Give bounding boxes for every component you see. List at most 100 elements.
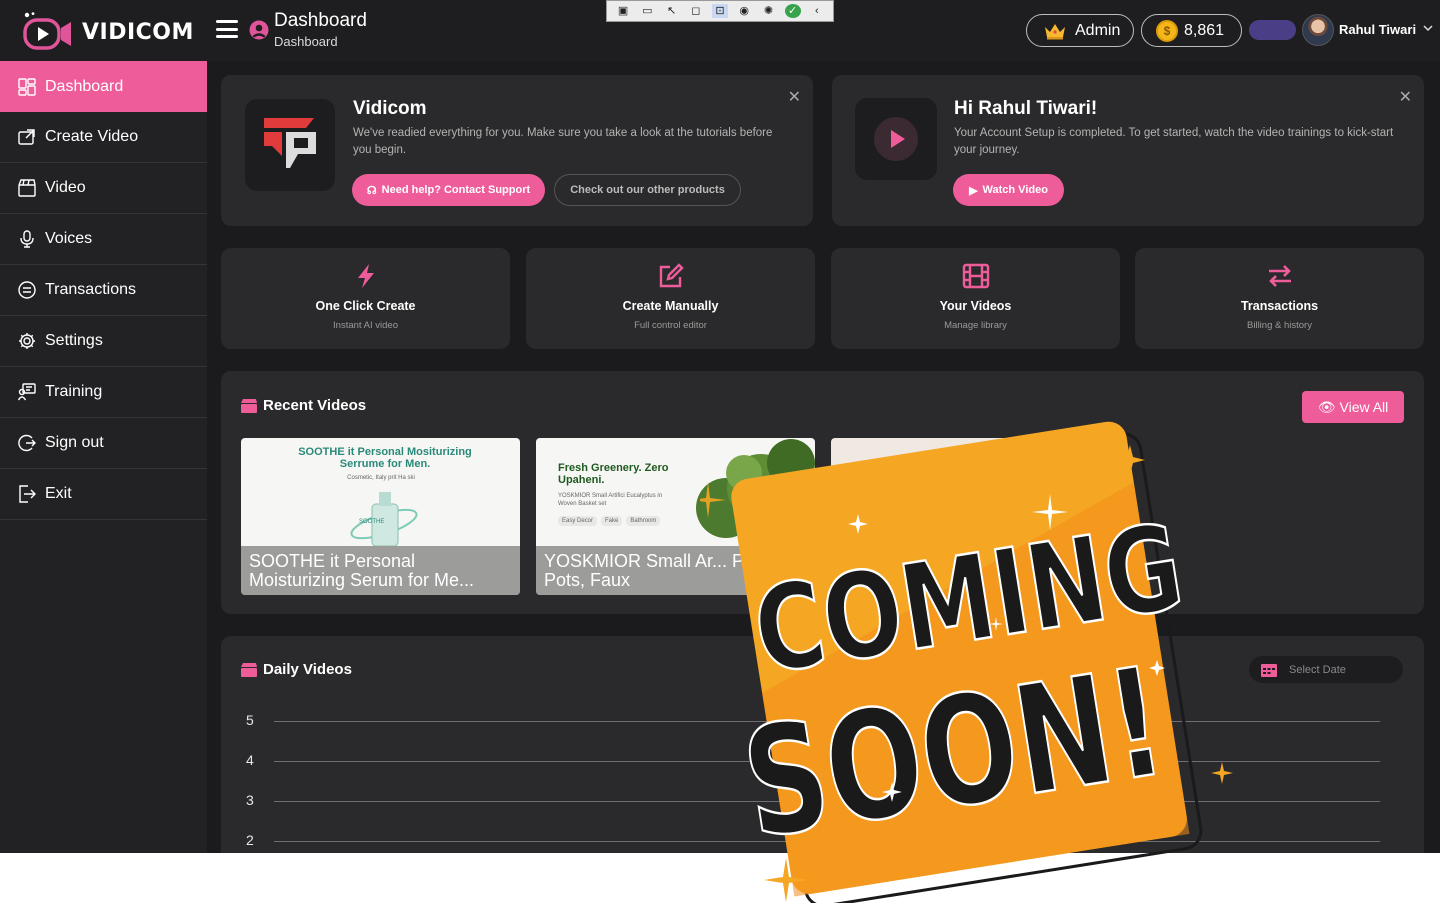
- product-logo-icon: [245, 99, 335, 191]
- y-tick-label: 4: [246, 752, 254, 768]
- sidebar-item-create-video[interactable]: Create Video: [0, 112, 207, 163]
- sidebar-item-video[interactable]: Video: [0, 163, 207, 214]
- play-icon: ▶: [969, 184, 978, 197]
- view-all-button[interactable]: 👁 View All: [1302, 391, 1404, 423]
- crown-icon: [1045, 23, 1065, 39]
- contact-support-button[interactable]: ☊ Need help? Contact Support: [352, 174, 545, 206]
- dashboard-icon: [18, 77, 36, 96]
- recent-videos-heading: Recent Videos: [241, 397, 366, 414]
- other-products-button[interactable]: Check out our other products: [554, 174, 741, 206]
- welcome-card: ✕ Vidicom We've readied everything for y…: [221, 75, 813, 226]
- sidebar-item-label: Transactions: [45, 281, 136, 298]
- calendar-icon: [1261, 663, 1277, 677]
- sidebar-item-training[interactable]: Training: [0, 367, 207, 418]
- gear-icon: [19, 333, 35, 349]
- frame-icon[interactable]: ◻: [688, 4, 704, 18]
- credits-value: 8,861: [1184, 21, 1225, 39]
- sidebar-item-dashboard[interactable]: Dashboard: [0, 61, 207, 112]
- check-icon[interactable]: ✓: [784, 4, 801, 18]
- floating-toolbar: ▣ ▭ ↖ ◻ ⊡ ◉ ✺ ✓ ‹: [606, 0, 834, 22]
- y-tick-label: 3: [246, 792, 254, 808]
- avatar[interactable]: [1302, 14, 1334, 46]
- breadcrumb: Dashboard: [274, 34, 338, 49]
- sidebar-item-label: Training: [45, 383, 103, 400]
- watch-video-button[interactable]: ▶ Watch Video: [953, 174, 1064, 206]
- inspect-icon[interactable]: ▣: [615, 4, 631, 18]
- close-icon[interactable]: ✕: [1399, 87, 1412, 107]
- microphone-icon: [20, 230, 34, 248]
- training-icon: [18, 383, 36, 401]
- menu-toggle-button[interactable]: [216, 20, 238, 38]
- welcome-description: We've readied everything for you. Make s…: [353, 127, 773, 156]
- greeting-description: Your Account Setup is completed. To get …: [954, 127, 1394, 156]
- accessibility-icon[interactable]: ✺: [760, 4, 776, 18]
- sign-out-icon: [18, 434, 36, 452]
- ad-subline: Cosmetic, Italy prit Ha ski: [347, 475, 415, 481]
- sidebar-item-label: Dashboard: [45, 77, 124, 95]
- exit-icon: [19, 485, 36, 503]
- clapperboard-icon: [241, 398, 257, 413]
- brand-name: VIDICOM: [82, 19, 194, 45]
- audio-icon[interactable]: ◉: [736, 4, 752, 18]
- sidebar-item-settings[interactable]: Settings: [0, 316, 207, 367]
- sidebar-item-exit[interactable]: Exit: [0, 469, 207, 520]
- admin-label: Admin: [1075, 21, 1121, 39]
- film-icon: [962, 263, 989, 289]
- y-tick-label: 2: [246, 832, 254, 848]
- sidebar-item-label: Exit: [45, 485, 72, 502]
- brand-logo[interactable]: VIDICOM: [22, 12, 194, 52]
- logo-play-icon: [23, 12, 71, 50]
- transactions-icon: [18, 281, 36, 299]
- greeting-title: Hi Rahul Tiwari!: [954, 98, 1098, 119]
- video-card[interactable]: SOOTHE it Personal Mositurizing Serrume …: [241, 438, 520, 595]
- welcome-title: Vidicom: [353, 98, 427, 119]
- quick-action-create-manually[interactable]: Create Manually Full control editor: [526, 248, 815, 349]
- quick-action-your-videos[interactable]: Your Videos Manage library: [831, 248, 1120, 349]
- sidebar: Dashboard Create Video Video Voices Tran…: [0, 61, 207, 853]
- coin-icon: $: [1156, 19, 1178, 42]
- user-name[interactable]: Rahul Tiwari: [1339, 22, 1416, 37]
- page-title: Dashboard: [274, 10, 367, 31]
- sidebar-item-label: Create Video: [45, 128, 139, 145]
- daily-videos-heading: Daily Videos: [241, 661, 352, 678]
- serum-bottle-icon: [350, 492, 418, 546]
- sidebar-item-label: Voices: [45, 230, 93, 247]
- sidebar-item-voices[interactable]: Voices: [0, 214, 207, 265]
- pointer-icon[interactable]: ↖: [664, 4, 680, 18]
- edit-icon: [659, 263, 684, 288]
- admin-badge[interactable]: Admin: [1026, 14, 1134, 47]
- headset-icon: ☊: [366, 184, 377, 197]
- greeting-card: ✕ Hi Rahul Tiwari! Your Account Setup is…: [832, 75, 1424, 226]
- camera-icon[interactable]: ▭: [639, 4, 655, 18]
- top-bar: VIDICOM Dashboard Dashboard ▣ ▭ ↖ ◻ ⊡ ◉ …: [0, 0, 1440, 61]
- chevron-down-icon[interactable]: [1422, 22, 1434, 34]
- sidebar-item-label: Video: [45, 179, 86, 196]
- date-picker[interactable]: Select Date: [1249, 656, 1403, 683]
- sidebar-item-transactions[interactable]: Transactions: [0, 265, 207, 316]
- credits-badge[interactable]: $ 8,861: [1141, 14, 1242, 47]
- video-caption: SOOTHE it Personal Moisturizing Serum fo…: [241, 546, 520, 595]
- theme-toggle[interactable]: [1249, 20, 1296, 40]
- select-icon[interactable]: ⊡: [711, 4, 728, 18]
- ad-tags: Easy Decor Fake Bathroom: [558, 516, 661, 526]
- ad-headline: Fresh Greenery. Zero Upaheni.: [558, 462, 669, 486]
- lightning-icon: [357, 264, 374, 288]
- y-tick-label: 5: [246, 712, 254, 728]
- close-icon[interactable]: ✕: [788, 87, 801, 107]
- coming-soon-badge: COMING SOON!: [700, 421, 1233, 903]
- ad-label: SOOTHE: [359, 519, 385, 525]
- video-icon: [18, 179, 36, 197]
- sidebar-item-label: Sign out: [45, 434, 104, 451]
- swap-icon: [1268, 265, 1291, 287]
- ad-subline: YOSKMIOR Small Artifici Eucalyptus in Wo…: [558, 493, 663, 507]
- sidebar-item-sign-out[interactable]: Sign out: [0, 418, 207, 469]
- collapse-icon[interactable]: ‹: [809, 4, 825, 18]
- create-video-icon: [18, 129, 35, 145]
- clapperboard-icon: [241, 662, 257, 677]
- quick-action-transactions[interactable]: Transactions Billing & history: [1135, 248, 1424, 349]
- eye-icon: 👁: [1317, 398, 1336, 415]
- quick-action-one-click-create[interactable]: One Click Create Instant AI video: [221, 248, 510, 349]
- user-circle-icon: [249, 20, 269, 40]
- video-thumb-icon: [855, 98, 937, 180]
- ad-headline: SOOTHE it Personal Mositurizing Serrume …: [298, 446, 472, 470]
